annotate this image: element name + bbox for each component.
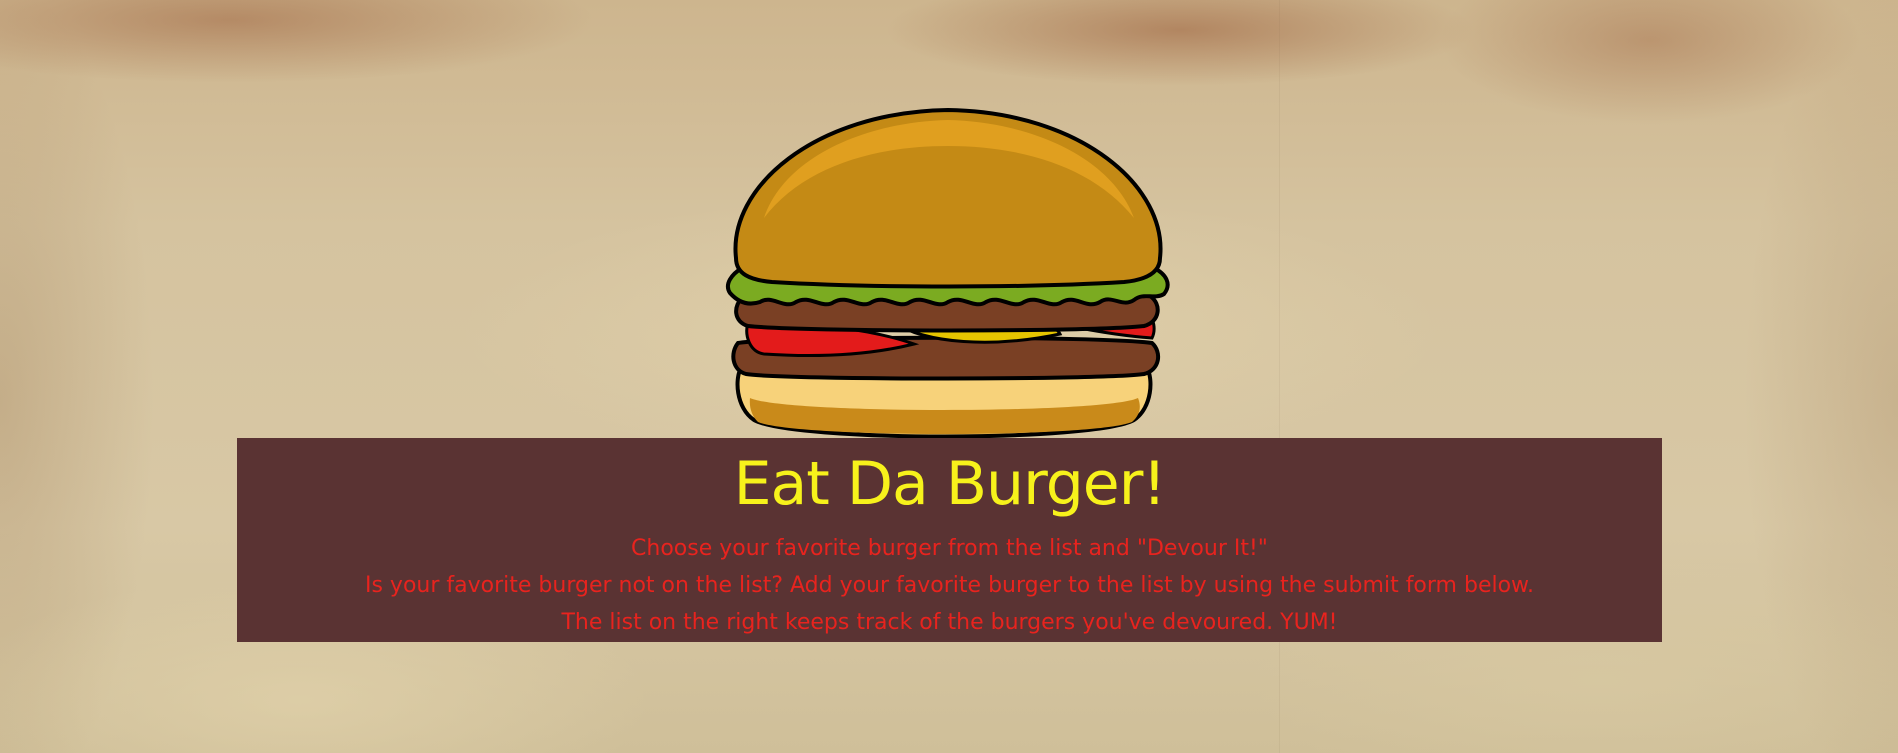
intro-line-1: Choose your favorite burger from the lis…	[631, 536, 1268, 561]
page-title: Eat Da Burger!	[733, 449, 1167, 519]
banner-description: Choose your favorite burger from the lis…	[237, 530, 1662, 641]
welcome-banner: Eat Da Burger! Choose your favorite burg…	[237, 438, 1662, 642]
intro-line-3: The list on the right keeps track of the…	[561, 610, 1338, 635]
intro-line-2: Is your favorite burger not on the list?…	[364, 573, 1535, 598]
burger-icon	[725, 108, 1170, 438]
